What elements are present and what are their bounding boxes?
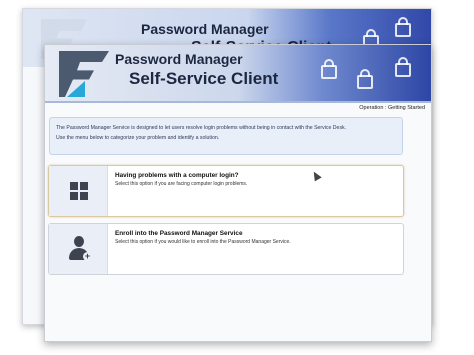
lock-icon — [321, 59, 337, 79]
info-text-1: The Password Manager Service is designed… — [56, 125, 347, 131]
app-header: Password Manager Self-Service Client — [45, 45, 431, 103]
lock-icon — [395, 17, 411, 37]
info-text-2: Use the menu below to categorize your pr… — [56, 135, 220, 141]
option-enroll[interactable]: + Enroll into the Password Manager Servi… — [48, 223, 404, 275]
breadcrumb: Operation : Getting Started — [359, 105, 425, 111]
info-panel: The Password Manager Service is designed… — [49, 117, 403, 155]
option-icon-cell: + — [49, 224, 108, 274]
app-logo — [59, 51, 109, 97]
option-description: Select this option if you would like to … — [115, 239, 291, 245]
option-title: Having problems with a computer login? — [115, 172, 239, 179]
option-title: Enroll into the Password Manager Service — [115, 230, 243, 237]
option-description: Select this option if you are facing com… — [115, 181, 248, 187]
option-icon-cell — [49, 166, 108, 216]
self-service-window: Password Manager Self-Service Client Ope… — [44, 44, 432, 342]
background-title: Password Manager — [141, 21, 269, 37]
app-title: Password Manager — [115, 51, 243, 67]
lock-icon — [395, 57, 411, 77]
app-subtitle: Self-Service Client — [129, 69, 279, 88]
lock-icon — [357, 69, 373, 89]
windows-icon — [70, 182, 88, 200]
user-add-icon: + — [68, 236, 92, 264]
option-computer-login[interactable]: Having problems with a computer login? S… — [48, 165, 404, 217]
